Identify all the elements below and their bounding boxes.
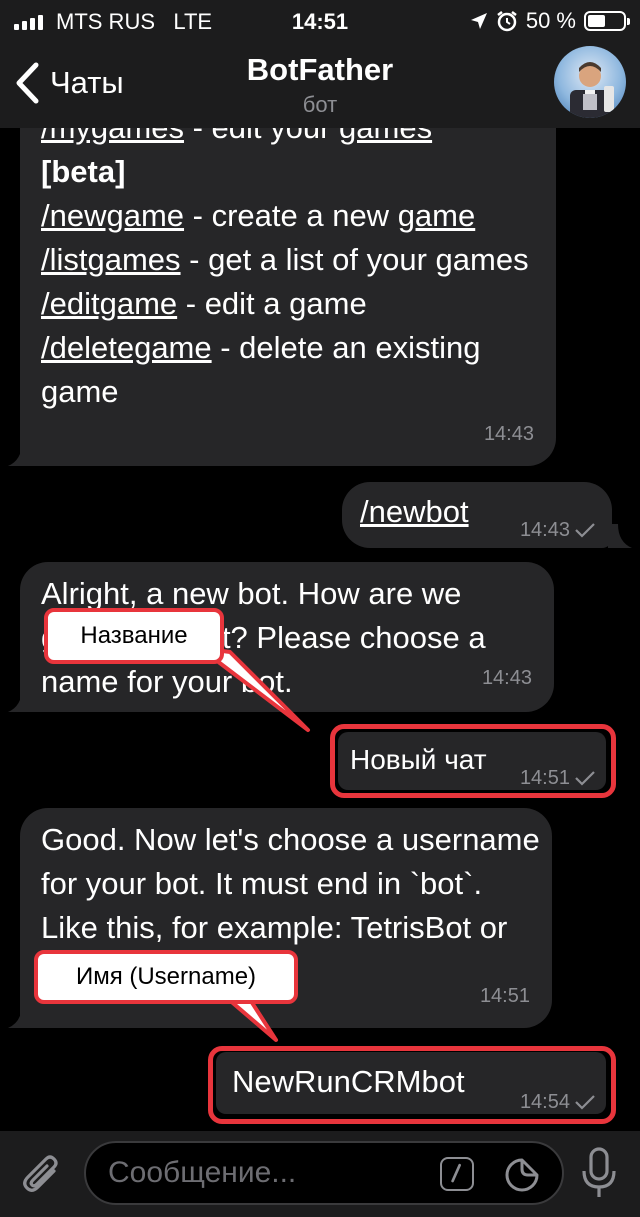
check-icon bbox=[575, 523, 595, 538]
command-link[interactable]: /editgame bbox=[41, 286, 177, 321]
command-link[interactable]: /newgame bbox=[41, 198, 184, 233]
botfather-avatar-image bbox=[570, 62, 614, 118]
message-list[interactable]: /mygames - edit your games [beta] /newga… bbox=[0, 128, 640, 1131]
avatar[interactable] bbox=[554, 46, 626, 118]
message-text-part: - create a new bbox=[184, 198, 398, 233]
message-text-part: - get a list of your games bbox=[180, 242, 529, 277]
bubble-tail bbox=[608, 524, 632, 548]
message-text-part: games bbox=[339, 128, 432, 145]
bubble-tail bbox=[8, 442, 32, 466]
command-link[interactable]: /listgames bbox=[41, 242, 181, 277]
message-text: /mygames - edit your games [beta] /newga… bbox=[41, 128, 541, 414]
microphone-icon[interactable] bbox=[578, 1145, 620, 1201]
chat-header: Чаты BotFather бот bbox=[0, 44, 640, 128]
highlight-frame bbox=[208, 1046, 616, 1124]
command-icon[interactable] bbox=[440, 1157, 474, 1191]
message-incoming: /mygames - edit your games [beta] /newga… bbox=[20, 128, 556, 466]
chat-subtitle: бот bbox=[302, 92, 338, 117]
annotation-text: Название bbox=[80, 622, 188, 649]
message-meta: 14:43 bbox=[520, 508, 596, 552]
bubble-tail bbox=[8, 688, 32, 712]
alarm-icon bbox=[497, 11, 517, 32]
message-time: 14:43 bbox=[481, 667, 532, 689]
composer bbox=[0, 1131, 640, 1217]
command-link[interactable]: /deletegame bbox=[41, 330, 212, 365]
message-input[interactable] bbox=[108, 1153, 428, 1193]
message-text-part: game bbox=[397, 198, 476, 233]
message-text-part: - edit a game bbox=[177, 286, 367, 321]
message-text-part: [beta] bbox=[41, 154, 126, 189]
message-text-part: - edit your bbox=[184, 128, 339, 145]
chat-title[interactable]: BotFather bbox=[0, 52, 640, 88]
paperclip-icon[interactable] bbox=[18, 1151, 66, 1199]
annotation-username-label: Имя (Username) bbox=[34, 950, 298, 1004]
message-time: 14:43 bbox=[483, 423, 534, 445]
command-link[interactable]: /mygames bbox=[41, 128, 184, 145]
command-link[interactable]: /newbot bbox=[360, 490, 469, 534]
status-bar: MTS RUS LTE 14:51 50 % bbox=[0, 0, 640, 44]
highlight-frame bbox=[330, 724, 616, 798]
location-icon bbox=[470, 13, 487, 29]
message-field bbox=[84, 1141, 564, 1205]
message-time: 14:43 bbox=[519, 519, 570, 541]
sticker-icon[interactable] bbox=[504, 1155, 542, 1193]
message-outgoing: /newbot 14:43 bbox=[342, 482, 612, 548]
message-time: 14:51 bbox=[479, 985, 530, 1007]
annotation-name-label: Название bbox=[44, 608, 224, 664]
annotation-text: Имя (Username) bbox=[75, 963, 257, 990]
status-right: 50 % bbox=[470, 8, 630, 34]
battery-icon bbox=[584, 11, 630, 31]
battery-percent: 50 % bbox=[525, 8, 576, 33]
bubble-tail bbox=[8, 1004, 32, 1028]
